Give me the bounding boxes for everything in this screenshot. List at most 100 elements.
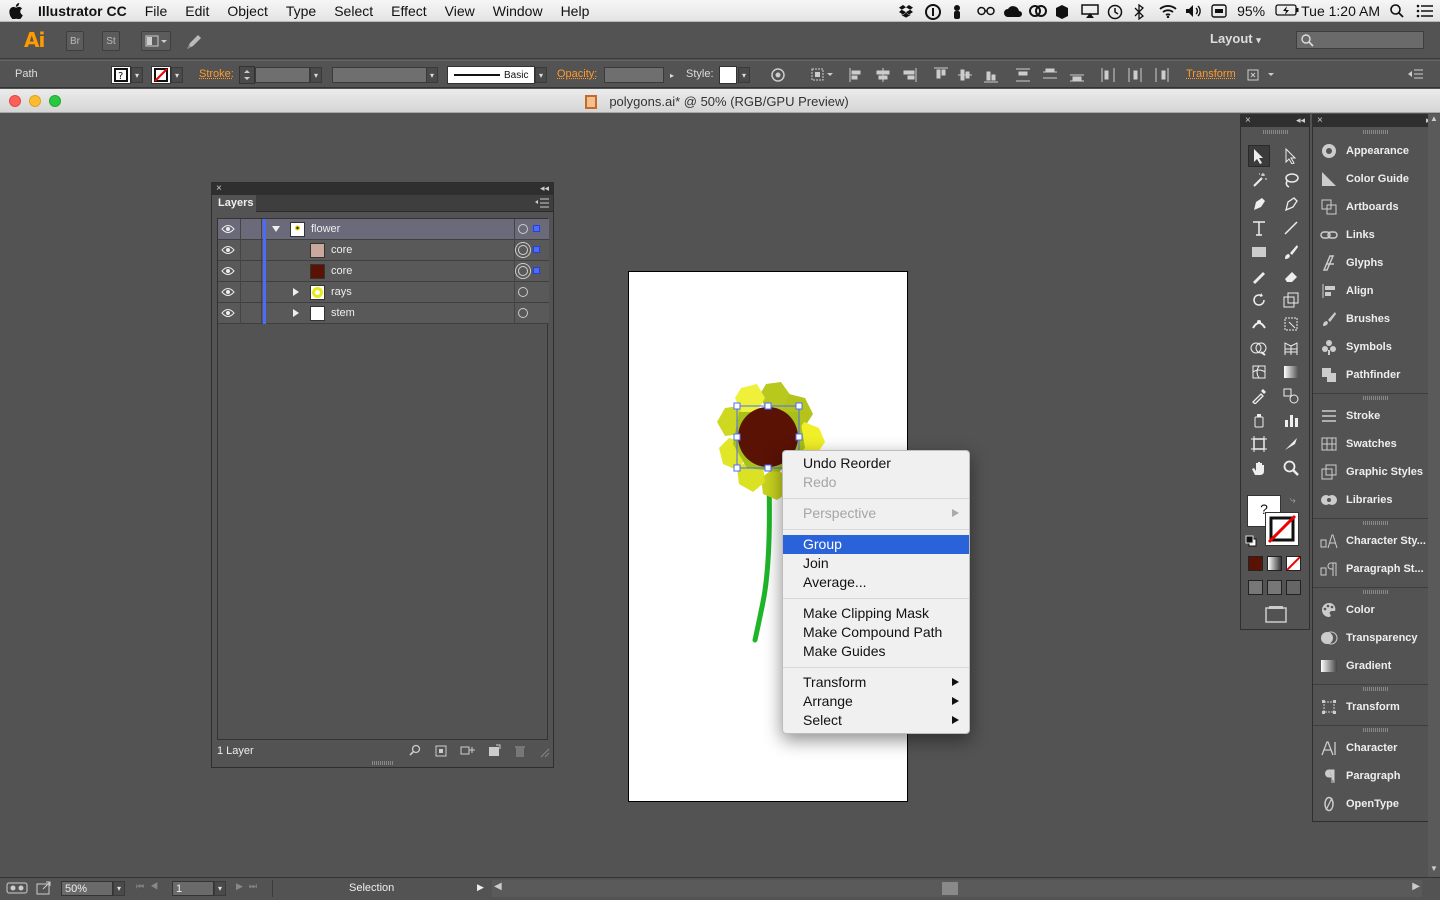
expand-triangle-open-icon[interactable] xyxy=(272,225,280,233)
status-menu-arrow-icon[interactable]: ▶ xyxy=(477,882,484,893)
zoom-level-field[interactable]: 50% xyxy=(61,881,113,896)
lock-toggle[interactable] xyxy=(240,240,262,261)
layers-panel[interactable]: × ◂◂ Layers flower core core rays stem 1… xyxy=(211,182,554,768)
status-text-area[interactable]: Selection ▶ xyxy=(272,880,488,897)
fill-dropdown[interactable]: ▾ xyxy=(131,67,143,83)
scroll-left-arrow-icon[interactable]: ◀ xyxy=(494,881,502,892)
info-circle-icon[interactable] xyxy=(925,4,942,20)
direct-selection-tool-icon[interactable] xyxy=(1280,145,1302,167)
cloud-icon[interactable] xyxy=(1003,4,1023,18)
lock-toggle[interactable] xyxy=(240,219,262,240)
dock-item-libraries[interactable]: Libraries xyxy=(1319,488,1437,512)
delete-layer-icon[interactable] xyxy=(513,744,527,758)
dock-item-transform[interactable]: Transform xyxy=(1319,695,1437,719)
wifi-icon[interactable] xyxy=(1159,4,1177,18)
opacity-label[interactable]: Opacity: xyxy=(557,68,597,80)
paintbrush-tool-icon[interactable] xyxy=(1280,241,1302,263)
shaper-tool-icon[interactable] xyxy=(1248,265,1270,287)
airplay-icon[interactable] xyxy=(1081,4,1099,18)
dock-group-grip[interactable] xyxy=(1363,590,1389,594)
menu-group[interactable]: Group xyxy=(783,535,969,554)
notification-center-icon[interactable] xyxy=(1416,4,1433,18)
magic-wand-tool-icon[interactable] xyxy=(1248,169,1270,191)
blend-tool-icon[interactable] xyxy=(1280,385,1302,407)
menu-make-guides[interactable]: Make Guides xyxy=(783,642,969,661)
symbol-sprayer-tool-icon[interactable] xyxy=(1248,409,1270,431)
collapse-panel-icon[interactable]: ◂◂ xyxy=(1296,115,1305,126)
dock-item-pathfinder[interactable]: Pathfinder xyxy=(1319,363,1437,387)
menu-file[interactable]: File xyxy=(136,3,177,19)
change-screen-mode-icon[interactable] xyxy=(1265,605,1287,623)
apple-icon[interactable] xyxy=(0,2,32,19)
curvature-tool-icon[interactable] xyxy=(1280,193,1302,215)
vertical-scrollbar[interactable]: ▲ ▼ xyxy=(1428,114,1440,877)
width-tool-icon[interactable] xyxy=(1248,313,1270,335)
layer-row-rays[interactable]: rays xyxy=(218,282,549,303)
free-transform-tool-icon[interactable] xyxy=(1280,313,1302,335)
collapse-panel-icon[interactable]: ◂◂ xyxy=(540,183,549,194)
variable-width-profile[interactable] xyxy=(332,67,427,83)
eraser-tool-icon[interactable] xyxy=(1280,265,1302,287)
none-mode-button[interactable] xyxy=(1286,556,1301,571)
menu-select[interactable]: Select xyxy=(325,3,382,19)
layers-panel-menu-icon[interactable] xyxy=(535,198,549,208)
draw-behind-icon[interactable] xyxy=(1267,580,1282,595)
artboard-prev-buttons[interactable]: ⏮◀ xyxy=(136,881,164,892)
dock-item-graphic-styles[interactable]: Graphic Styles xyxy=(1319,460,1437,484)
layer-name[interactable]: stem xyxy=(331,307,355,319)
color-mode-button[interactable] xyxy=(1248,556,1263,571)
visibility-eye-icon[interactable] xyxy=(221,224,235,234)
zoom-tool-icon[interactable] xyxy=(1280,457,1302,479)
scroll-down-arrow-icon[interactable]: ▼ xyxy=(1430,864,1438,873)
gpu-performance-icon[interactable] xyxy=(6,881,28,895)
menu-transform[interactable]: Transform xyxy=(783,673,969,692)
target-circle-icon[interactable] xyxy=(518,308,528,318)
dock-item-symbols[interactable]: Symbols xyxy=(1319,335,1437,359)
layer-row-flower[interactable]: flower xyxy=(218,219,549,240)
rotate-tool-icon[interactable] xyxy=(1248,289,1270,311)
dropbox-icon[interactable] xyxy=(899,4,915,18)
dock-item-swatches[interactable]: Swatches xyxy=(1319,432,1437,456)
visibility-eye-icon[interactable] xyxy=(221,266,235,276)
default-fill-stroke-icon[interactable] xyxy=(1245,535,1257,547)
expand-triangle-closed-icon[interactable] xyxy=(292,309,300,317)
lock-toggle[interactable] xyxy=(240,282,262,303)
time-machine-icon[interactable] xyxy=(1107,4,1123,20)
dock-group-grip[interactable] xyxy=(1363,521,1389,525)
slice-tool-icon[interactable] xyxy=(1280,433,1302,455)
selection-tool-icon[interactable] xyxy=(1248,145,1270,167)
eyedropper-tool-icon[interactable] xyxy=(1248,385,1270,407)
layer-row-core[interactable]: core xyxy=(218,240,549,261)
dock-item-links[interactable]: Links xyxy=(1319,223,1437,247)
help-search-input[interactable] xyxy=(1296,31,1424,49)
workspace-switcher[interactable]: Layout ▾ xyxy=(1210,31,1261,46)
selection-indicator[interactable] xyxy=(533,267,540,274)
layer-name[interactable]: flower xyxy=(311,223,340,235)
layer-name[interactable]: core xyxy=(331,244,352,256)
layer-row-stem[interactable]: stem xyxy=(218,303,549,324)
visibility-eye-icon[interactable] xyxy=(221,308,235,318)
artboard-tool-icon[interactable] xyxy=(1248,433,1270,455)
close-panel-icon[interactable]: × xyxy=(216,183,222,194)
glasses-icon[interactable] xyxy=(977,4,995,18)
tools-grip[interactable] xyxy=(1263,130,1289,134)
lock-toggle[interactable] xyxy=(240,303,262,324)
stem-path[interactable] xyxy=(752,479,772,643)
visibility-eye-icon[interactable] xyxy=(221,287,235,297)
menu-make-compound-path[interactable]: Make Compound Path xyxy=(783,623,969,642)
opacity-arrow[interactable]: ▸ xyxy=(666,67,678,83)
stroke-color-box[interactable] xyxy=(1265,512,1299,546)
stroke-dropdown[interactable]: ▾ xyxy=(171,67,183,83)
artboard-number-field[interactable]: 1 xyxy=(172,881,214,896)
dock-item-color-guide[interactable]: Color Guide xyxy=(1319,167,1437,191)
close-panel-icon[interactable]: × xyxy=(1317,115,1323,126)
scroll-right-arrow-icon[interactable]: ▶ xyxy=(1412,881,1420,892)
menu-effect[interactable]: Effect xyxy=(382,3,436,19)
brush-definition[interactable]: Basic xyxy=(447,66,535,84)
recolor-artwork-icon[interactable] xyxy=(770,67,786,83)
dock-item-color[interactable]: Color xyxy=(1319,598,1437,622)
menu-average[interactable]: Average... xyxy=(783,573,969,592)
dock-item-stroke[interactable]: Stroke xyxy=(1319,404,1437,428)
menu-app-name[interactable]: Illustrator CC xyxy=(32,3,136,19)
brush-dropdown[interactable]: ▾ xyxy=(535,67,547,83)
